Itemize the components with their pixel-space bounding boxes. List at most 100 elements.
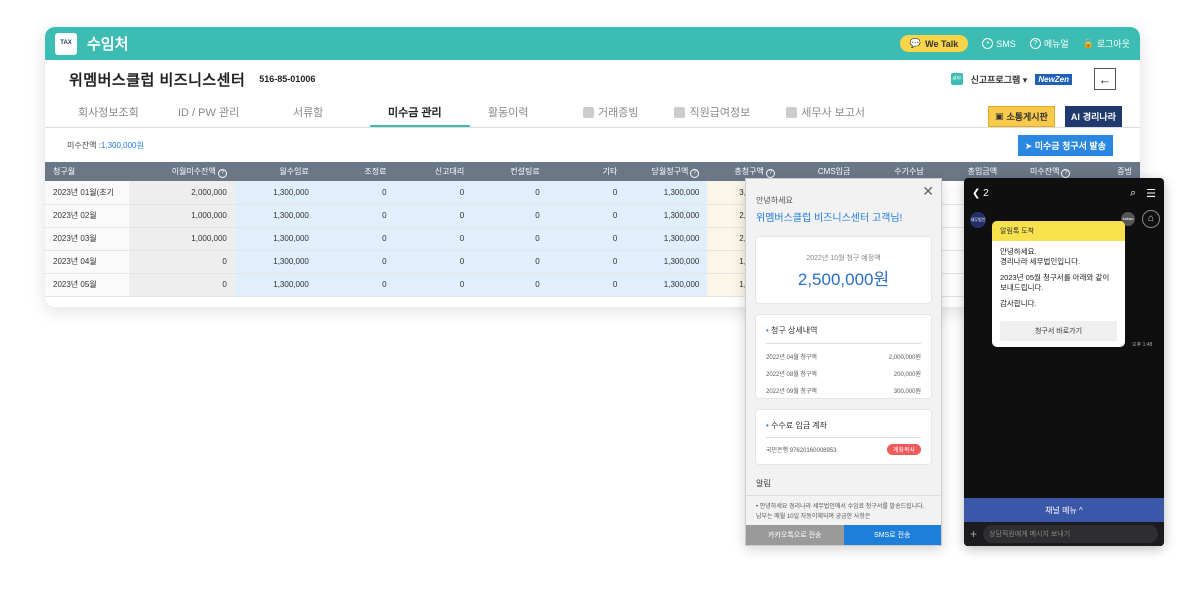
amount-card: 2022년 10월 청구 예정액 2,500,000원 bbox=[755, 236, 932, 304]
table-cell: 0 bbox=[547, 204, 626, 228]
bubble-header: 알림톡 도착 bbox=[992, 221, 1125, 241]
table-cell: 0 bbox=[472, 227, 548, 251]
ai-icon: AI bbox=[1070, 111, 1080, 122]
table-cell: 0 bbox=[394, 250, 473, 274]
send-kakao-button[interactable]: 카카오톡으로 전송 bbox=[746, 525, 844, 545]
table-cell: 1,300,000 bbox=[625, 181, 708, 205]
logout-button[interactable]: 🔒 로그아웃 bbox=[1083, 37, 1130, 50]
search-icon[interactable]: ⌕ bbox=[1130, 187, 1136, 200]
hamburger-menu-icon[interactable]: ☰ bbox=[1146, 187, 1156, 200]
tab-payroll[interactable]: 직원급여정보 bbox=[656, 104, 768, 127]
program-badge: 세무 bbox=[950, 73, 963, 85]
back-chevron-icon[interactable]: ❮ bbox=[972, 188, 980, 199]
table-cell: 2023년 02월 bbox=[45, 204, 130, 228]
stage: TAX 수임처 💬 We Talk • SMS ? 메뉴얼 🔒 로그아웃 위멤버스클럽 … bbox=[0, 0, 1200, 591]
tab-activity[interactable]: 활동이력 bbox=[470, 104, 565, 127]
sms-button[interactable]: • SMS bbox=[982, 38, 1016, 49]
message-input[interactable]: 상담직원에게 메시지 보내기 bbox=[983, 525, 1158, 543]
table-cell: 2023년 04월 bbox=[45, 250, 130, 274]
balance-value: 1,300,000원 bbox=[100, 140, 144, 150]
alimtalk-bubble: 알림톡 도착 안녕하세요. 경리나라 세무법인입니다. 2023년 05월 청구서… bbox=[992, 221, 1125, 347]
doc-icon bbox=[674, 106, 686, 118]
program-select[interactable]: 신고프로그램 ▾ bbox=[971, 73, 1028, 86]
table-cell: 0 bbox=[547, 181, 626, 205]
table-cell: 1,300,000 bbox=[234, 250, 317, 274]
help-icon[interactable]: ? bbox=[217, 168, 227, 178]
col-header: 컨설팅료 bbox=[472, 162, 548, 181]
tab-documents[interactable]: 서류함 bbox=[275, 104, 370, 127]
table-cell: 0 bbox=[547, 227, 626, 251]
send-sms-button[interactable]: SMS로 전송 bbox=[843, 525, 941, 545]
table-cell: 1,300,000 bbox=[234, 227, 317, 251]
view-invoice-button[interactable]: 청구서 바로가기 bbox=[1000, 321, 1117, 341]
app-title: 수임처 bbox=[87, 36, 129, 53]
help-icon[interactable]: ? bbox=[765, 168, 775, 178]
account-card: • 수수료 입금 계좌 국민은행 97620160008953 계좌복사 bbox=[755, 409, 932, 465]
table-cell: 2,000,000 bbox=[129, 181, 235, 205]
table-cell: 0 bbox=[547, 250, 626, 274]
tab-company-info[interactable]: 회사정보조회 bbox=[60, 104, 160, 127]
table-cell: 1,000,000 bbox=[129, 227, 235, 251]
plus-icon[interactable]: + bbox=[970, 527, 977, 541]
balance-row: 미수잔액 :1,300,000원 ➤ 미수금 청구서 발송 bbox=[45, 128, 1140, 162]
kyungli-button[interactable]: AI 경리나라 bbox=[1064, 106, 1122, 127]
doc-icon bbox=[583, 106, 594, 118]
account-row: 국민은행 97620160008953 계좌복사 bbox=[766, 437, 921, 455]
top-bar: TAX 수임처 💬 We Talk • SMS ? 메뉴얼 🔒 로그아웃 bbox=[45, 27, 1140, 60]
col-header: 당월청구액? bbox=[625, 162, 708, 181]
tab-id-pw[interactable]: ID / PW 관리 bbox=[160, 104, 275, 127]
send-icon: ➤ bbox=[1024, 140, 1033, 151]
sms-icon: • bbox=[982, 38, 994, 49]
table-cell: 1,300,000 bbox=[625, 273, 708, 297]
table-cell: 0 bbox=[472, 181, 548, 205]
board-button[interactable]: ▣ 소통게시판 bbox=[987, 106, 1055, 127]
help-icon[interactable]: ? bbox=[1061, 168, 1071, 178]
doc-icon bbox=[786, 106, 798, 118]
home-icon[interactable]: ⌂ bbox=[1142, 210, 1160, 228]
table-cell: 0 bbox=[316, 250, 395, 274]
back-arrow-icon[interactable]: ← bbox=[1094, 68, 1116, 90]
table-cell: 0 bbox=[394, 273, 473, 297]
table-cell: 0 bbox=[129, 273, 235, 297]
channel-menu-button[interactable]: 채널 메뉴 ^ bbox=[964, 498, 1164, 522]
avatar: 세무법인 bbox=[970, 212, 986, 228]
caret-down-icon: ▾ bbox=[1022, 74, 1028, 85]
copy-account-button[interactable]: 계좌복사 bbox=[886, 444, 921, 455]
wetalk-button[interactable]: 💬 We Talk bbox=[899, 35, 969, 52]
detail-row: 2022년 09월 청구액 300,000원 bbox=[766, 389, 921, 395]
lock-icon: 🔒 bbox=[1082, 38, 1094, 48]
message-time: 오후 1:48 bbox=[1132, 342, 1153, 348]
kakao-phone-preview: ❮ 2 ⌕ ☰ 세무법인 kakao ⌂ 알림톡 도착 안녕하세요. 경리나라 세… bbox=[964, 178, 1164, 546]
phone-top-bar: ❮ 2 ⌕ ☰ bbox=[964, 178, 1164, 208]
tab-evidence[interactable]: 거래증빙 bbox=[565, 104, 656, 127]
tab-receivables[interactable]: 미수금 관리 bbox=[370, 104, 470, 127]
notice-text: • 안녕하세요 경리나라 세무법인에서 수임료 청구서를 발송드립니다. 납부는… bbox=[756, 504, 925, 520]
account-title: • 수수료 입금 계좌 bbox=[766, 421, 828, 430]
table-cell: 0 bbox=[547, 273, 626, 297]
col-header: 이월미수잔액? bbox=[129, 162, 235, 181]
amount-label: 2022년 10월 청구 예정액 bbox=[806, 255, 881, 262]
table-cell: 0 bbox=[316, 181, 395, 205]
table-cell: 1,000,000 bbox=[129, 204, 235, 228]
manual-button[interactable]: ? 메뉴얼 bbox=[1029, 37, 1069, 50]
table-cell: 0 bbox=[472, 204, 548, 228]
table-cell: 0 bbox=[394, 227, 473, 251]
notice-title: 알림 bbox=[746, 465, 941, 496]
col-header: 기타 bbox=[547, 162, 626, 181]
close-icon[interactable]: ✕ bbox=[922, 183, 934, 200]
bubble-body: 안녕하세요. 경리나라 세무법인입니다. 2023년 05월 청구서를 아래와 같… bbox=[1000, 247, 1110, 308]
detail-card: • 청구 상세내역 2022년 04월 청구액 2,000,000원 2022년 … bbox=[755, 314, 932, 399]
send-invoice-button[interactable]: ➤ 미수금 청구서 발송 bbox=[1017, 134, 1113, 156]
send-buttons: 카카오톡으로 전송 SMS로 전송 bbox=[746, 525, 941, 545]
table-cell: 1,300,000 bbox=[625, 250, 708, 274]
table-cell: 0 bbox=[129, 250, 235, 274]
table-cell: 0 bbox=[316, 273, 395, 297]
table-cell: 0 bbox=[472, 273, 548, 297]
newzen-logo: NewZen bbox=[1035, 73, 1072, 85]
col-header: 신고대리 bbox=[394, 162, 473, 181]
help-icon[interactable]: ? bbox=[690, 168, 700, 178]
table-cell: 0 bbox=[316, 204, 395, 228]
tab-report[interactable]: 세무사 보고서 bbox=[768, 104, 883, 127]
balance-label: 미수잔액 : bbox=[67, 140, 101, 150]
amount-value: 2,500,000원 bbox=[797, 270, 890, 289]
